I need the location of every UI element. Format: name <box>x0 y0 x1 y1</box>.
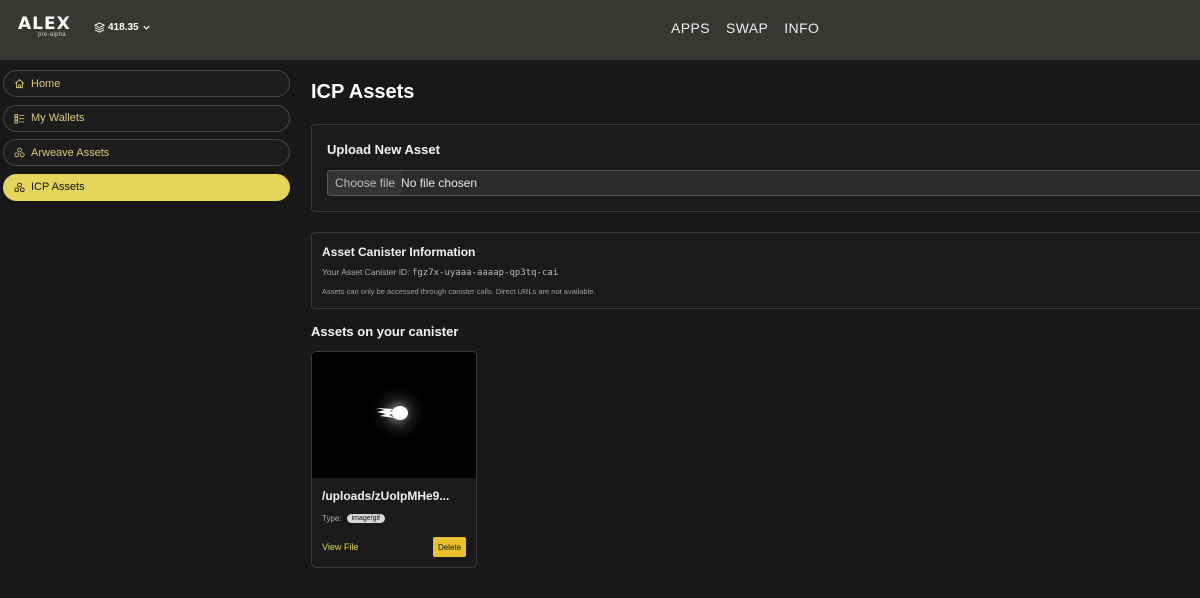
asset-type-row: Type: image/gif <box>322 514 385 523</box>
layers-icon <box>94 22 105 33</box>
asset-type-badge: image/gif <box>346 514 385 523</box>
canister-id-row: Your Asset Canister ID: fgz7x-uyaaa-aaaa… <box>322 267 558 278</box>
canister-info-card: Asset Canister Information Your Asset Ca… <box>311 232 1200 309</box>
assets-section-title: Assets on your canister <box>311 324 459 339</box>
sidebar-item-label: My Wallets <box>31 112 85 124</box>
canister-note: Assets can only be accessed through cani… <box>322 287 596 296</box>
view-file-link[interactable]: View File <box>322 542 358 552</box>
sidebar: Home My Wallets Arweave Assets ICP Asset… <box>3 70 290 208</box>
asset-preview-image <box>312 352 476 478</box>
asset-type-label: Type: <box>322 514 342 523</box>
main-content: ICP Assets Upload New Asset Choose file … <box>311 0 1200 598</box>
upload-title: Upload New Asset <box>327 142 440 157</box>
canister-info-title: Asset Canister Information <box>322 245 476 259</box>
sidebar-item-my-wallets[interactable]: My Wallets <box>3 104 290 132</box>
logo-text: ALEX <box>18 14 71 34</box>
sidebar-item-label: Home <box>31 77 61 90</box>
sidebar-item-arweave-assets[interactable]: Arweave Assets <box>3 139 290 166</box>
file-input[interactable]: Choose file No file chosen <box>327 170 1200 196</box>
choose-file-button[interactable]: Choose file <box>328 171 402 195</box>
sidebar-item-home[interactable]: Home <box>3 70 290 97</box>
balance-dropdown[interactable]: 418.35 <box>94 22 151 33</box>
asset-card: /uploads/zUoIpMHe9... Type: image/gif Vi… <box>311 351 477 568</box>
delete-button[interactable]: Delete <box>433 537 466 557</box>
upload-card: Upload New Asset Choose file No file cho… <box>311 124 1200 212</box>
no-file-label: No file chosen <box>401 176 478 190</box>
page-title: ICP Assets <box>311 81 415 103</box>
assets-icon <box>14 182 25 193</box>
alex-logo[interactable]: ALEX pre-alpha <box>18 14 88 42</box>
chevron-down-icon <box>142 23 151 32</box>
canister-id-label: Your Asset Canister ID: <box>322 267 410 277</box>
home-icon <box>14 78 25 89</box>
wallet-list-icon <box>14 113 25 124</box>
canister-id-value: fgz7x-uyaaa-aaaap-qp3tq-cai <box>411 268 559 278</box>
asset-name: /uploads/zUoIpMHe9... <box>322 489 450 503</box>
sidebar-item-label: Arweave Assets <box>31 146 110 159</box>
logo-subtitle: pre-alpha <box>38 32 67 38</box>
sidebar-item-label: ICP Assets <box>31 181 85 193</box>
sidebar-item-icp-assets[interactable]: ICP Assets <box>3 173 290 201</box>
balance-value: 418.35 <box>108 22 139 33</box>
assets-icon <box>14 147 25 158</box>
